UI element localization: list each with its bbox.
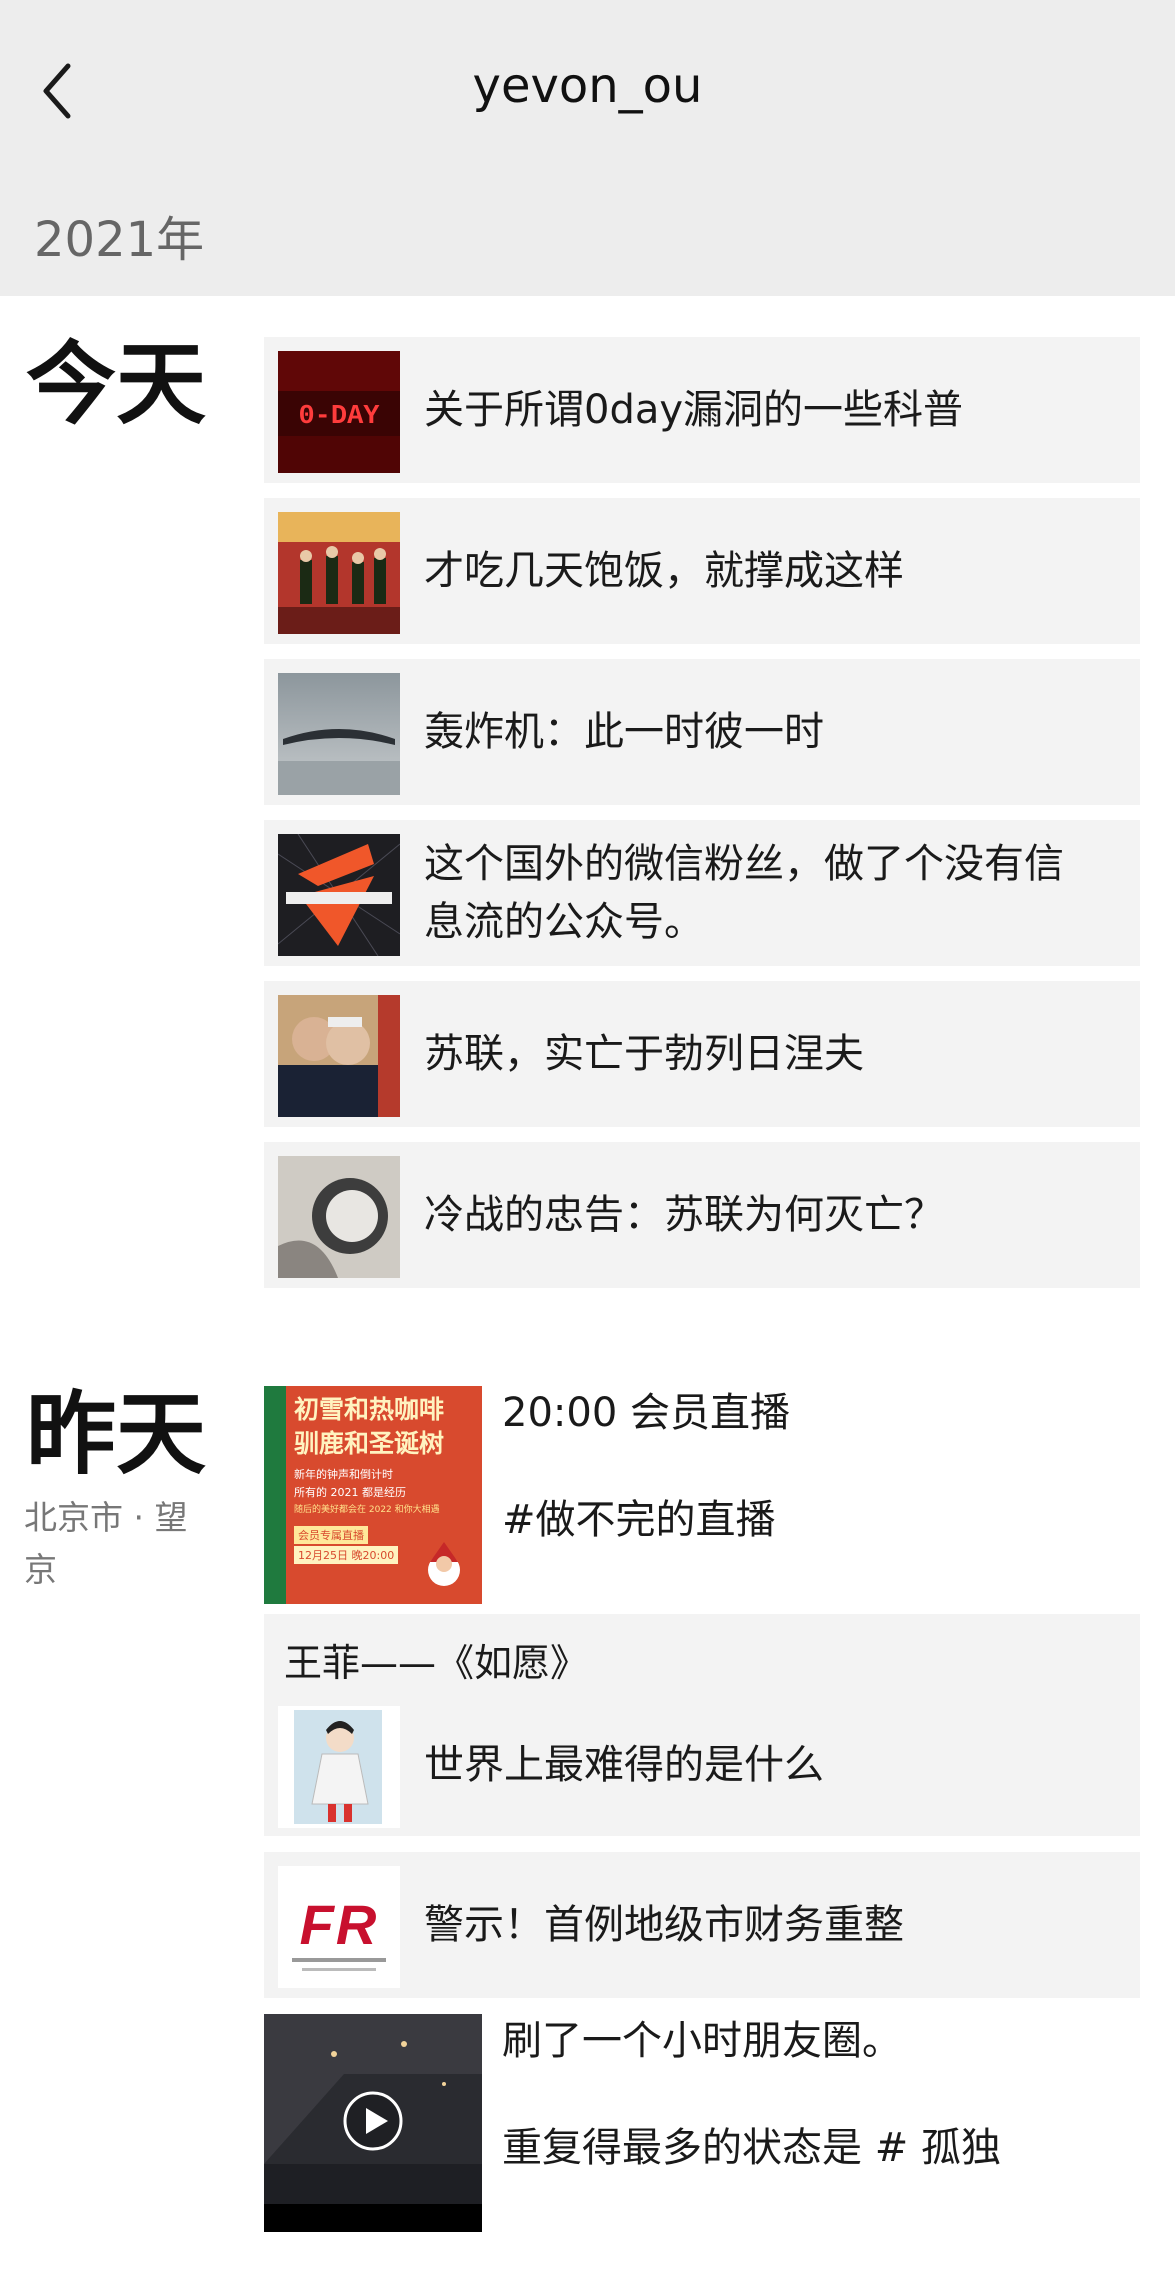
day-label-today: 今天 [26,332,206,437]
page-title: yevon_ou [472,58,703,114]
article-thumbnail [278,1156,400,1278]
post-text: 重复得最多的状态是 # 孤独 [502,2125,1001,2171]
article-title: 才吃几天饱饭，就撑成这样 [424,548,904,594]
day-label-yesterday: 昨天 [26,1382,206,1487]
article-thumbnail [278,834,400,956]
music-title[interactable]: 王菲——《如愿》 [284,1632,588,1687]
poster-subtext: 随后的美好都会在 2022 和你大相遇 [294,1505,440,1515]
santa-icon [428,1542,460,1586]
year-label: 2021年 [34,212,205,268]
article-card[interactable]: 冷战的忠告：苏联为何灭亡？ [264,1142,1140,1288]
poster-subtext: 新年的钟声和倒计时 [294,1468,393,1481]
location-label: 北京市 · 望京 [24,1498,188,1589]
article-thumbnail [278,512,400,634]
article-title: 这个国外的微信粉丝，做了个没有信息流的公众号。 [424,841,1064,945]
fr-logo-caption [302,1968,376,1971]
post-text: 刷了一个小时朋友圈。 [502,2018,902,2064]
post-text: #做不完的直播 [502,1497,776,1543]
article-thumbnail [278,1706,400,1828]
article-card[interactable]: 世界上最难得的是什么 [264,1692,1140,1838]
poster-side-strip [264,1386,286,1604]
article-card[interactable]: 这个国外的微信粉丝，做了个没有信息流的公众号。 [264,820,1140,966]
article-title: 苏联，实亡于勃列日涅夫 [424,1031,864,1077]
article-card[interactable]: 才吃几天饱饭，就撑成这样 [264,498,1140,644]
post-text: 20:00 会员直播 [502,1390,790,1436]
thumb-text: 0-DAY [298,402,380,432]
poster-image[interactable]: 初雪和热咖啡 驯鹿和圣诞树 新年的钟声和倒计时 所有的 2021 都是经历 随后… [264,1386,482,1604]
poster-date: 12月25日 晚20:00 [294,1546,399,1564]
play-icon [343,2091,403,2151]
nav-header: yevon_ou 2021年 [0,0,1175,296]
article-thumbnail: 0-DAY [278,351,400,473]
article-card[interactable]: FR 警示！首例地级市财务重整 [264,1852,1140,1998]
article-card[interactable]: 0-DAY 关于所谓0day漏洞的一些科普 [264,337,1140,483]
fr-logo-caption [292,1958,386,1962]
poster-subtext: 所有的 2021 都是经历 [294,1486,406,1499]
poster-headline: 初雪和热咖啡 [294,1395,445,1424]
article-card[interactable]: 苏联，实亡于勃列日涅夫 [264,981,1140,1127]
article-card[interactable]: 轰炸机：此一时彼一时 [264,659,1140,805]
video-thumbnail[interactable] [264,2014,482,2232]
article-title: 世界上最难得的是什么 [424,1742,824,1788]
poster-badge: 会员专属直播 [294,1526,368,1544]
article-title: 关于所谓0day漏洞的一些科普 [424,387,964,433]
article-title: 轰炸机：此一时彼一时 [424,709,824,755]
article-title: 冷战的忠告：苏联为何灭亡？ [424,1192,944,1238]
poster-headline: 驯鹿和圣诞树 [294,1429,445,1458]
article-title: 警示！首例地级市财务重整 [424,1902,904,1948]
fr-logo: FR [299,1893,379,1956]
article-thumbnail [278,673,400,795]
article-thumbnail [278,995,400,1117]
article-thumbnail: FR [278,1866,400,1988]
